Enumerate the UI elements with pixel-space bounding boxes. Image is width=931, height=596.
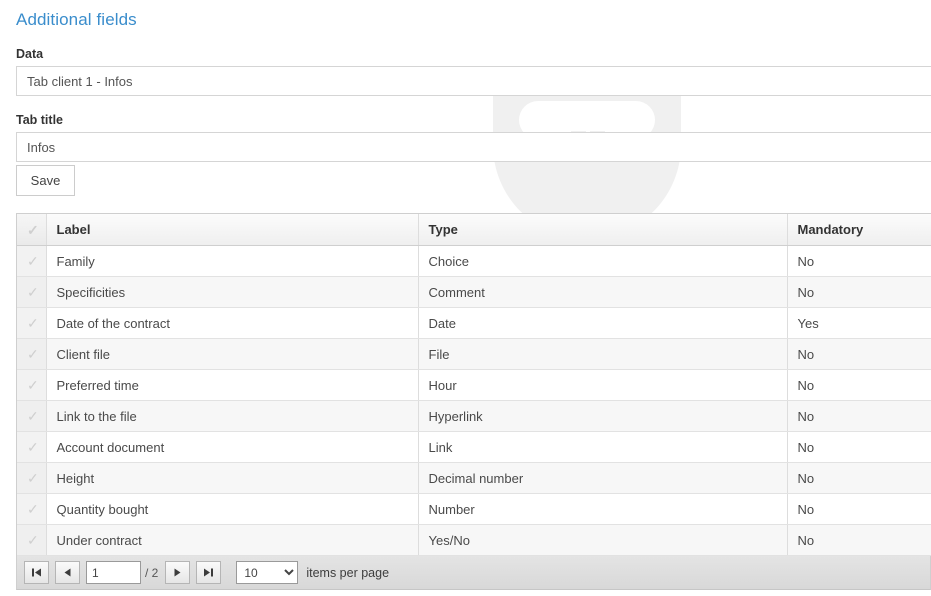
cell-type: Hour (418, 369, 788, 401)
cell-type: Yes/No (418, 524, 788, 556)
fields-table: ✓ Label Type Mandatory ✓ Family Choice No ✓ S… (17, 214, 931, 556)
check-icon: ✓ (27, 377, 39, 393)
pagination-bar: / 2 102050100 items per page (16, 556, 931, 590)
column-header-type[interactable]: Type (418, 214, 788, 246)
row-select-cell[interactable]: ✓ (17, 493, 47, 525)
table-row[interactable]: ✓ Height Decimal number No (17, 462, 931, 494)
cell-type: Decimal number (418, 462, 788, 494)
row-select-cell[interactable]: ✓ (17, 524, 47, 556)
cell-mandatory: No (787, 245, 931, 277)
row-select-cell[interactable]: ✓ (17, 369, 47, 401)
next-page-icon (174, 568, 181, 577)
additional-fields-grid: ✓ Label Type Mandatory ✓ Family Choice No ✓ S… (16, 213, 931, 556)
cell-mandatory: No (787, 493, 931, 525)
table-row[interactable]: ✓ Specificities Comment No (17, 276, 931, 308)
table-row[interactable]: ✓ Date of the contract Date Yes (17, 307, 931, 339)
check-icon: ✓ (27, 470, 39, 486)
row-select-cell[interactable]: ✓ (17, 431, 47, 463)
check-icon: ✓ (27, 532, 39, 548)
check-icon: ✓ (27, 253, 39, 269)
check-icon: ✓ (27, 501, 39, 517)
cell-mandatory: Yes (787, 307, 931, 339)
check-icon: ✓ (27, 315, 39, 331)
cell-mandatory: No (787, 524, 931, 556)
cell-mandatory: No (787, 431, 931, 463)
table-body: ✓ Family Choice No ✓ Specificities Comment No ✓ D… (17, 245, 931, 556)
cell-mandatory: No (787, 369, 931, 401)
additional-fields-form: Data Tab title Save (0, 30, 931, 196)
tab-title-input[interactable] (16, 132, 931, 162)
cell-type: Comment (418, 276, 788, 308)
cell-mandatory: No (787, 338, 931, 370)
table-row[interactable]: ✓ Client file File No (17, 338, 931, 370)
total-pages-label: / 2 (145, 565, 159, 580)
cell-label: Preferred time (46, 369, 419, 401)
row-select-cell[interactable]: ✓ (17, 462, 47, 494)
check-icon: ✓ (27, 346, 39, 362)
cell-label: Under contract (46, 524, 419, 556)
previous-page-button[interactable] (55, 561, 80, 584)
page-size-select[interactable]: 102050100 (236, 561, 299, 584)
cell-label: Date of the contract (46, 307, 419, 339)
cell-label: Account document (46, 431, 419, 463)
column-header-label[interactable]: Label (46, 214, 419, 246)
page-title: Additional fields (16, 10, 137, 29)
table-row[interactable]: ✓ Link to the file Hyperlink No (17, 400, 931, 432)
items-per-page-label: items per page (306, 565, 390, 580)
cell-label: Link to the file (46, 400, 419, 432)
table-row[interactable]: ✓ Under contract Yes/No No (17, 524, 931, 556)
page-container: Additional fields Data Tab title Save ✓ … (0, 0, 931, 590)
table-row[interactable]: ✓ Account document Link No (17, 431, 931, 463)
cell-label: Specificities (46, 276, 419, 308)
first-page-button[interactable] (24, 561, 49, 584)
save-row: Save (0, 165, 931, 196)
row-select-cell[interactable]: ✓ (17, 245, 47, 277)
check-icon: ✓ (27, 408, 39, 424)
cell-mandatory: No (787, 462, 931, 494)
page-number-input[interactable] (86, 561, 141, 584)
data-input[interactable] (16, 66, 931, 96)
check-icon: ✓ (27, 439, 39, 455)
cell-label: Family (46, 245, 419, 277)
row-select-cell[interactable]: ✓ (17, 276, 47, 308)
save-button[interactable]: Save (16, 165, 75, 196)
table-row[interactable]: ✓ Quantity bought Number No (17, 493, 931, 525)
last-page-icon (204, 568, 214, 577)
last-page-button[interactable] (196, 561, 222, 584)
row-select-cell[interactable]: ✓ (17, 338, 47, 370)
cell-type: Date (418, 307, 788, 339)
tab-title-field-label: Tab title (16, 113, 63, 127)
next-page-button[interactable] (165, 561, 191, 584)
data-field-label: Data (16, 47, 44, 61)
check-icon: ✓ (27, 284, 39, 300)
check-icon: ✓ (27, 221, 39, 238)
cell-label: Height (46, 462, 419, 494)
table-header: ✓ Label Type Mandatory (17, 214, 931, 246)
row-select-cell[interactable]: ✓ (17, 400, 47, 432)
cell-mandatory: No (787, 400, 931, 432)
cell-label: Client file (46, 338, 419, 370)
table-row[interactable]: ✓ Family Choice No (17, 245, 931, 277)
cell-type: Hyperlink (418, 400, 788, 432)
cell-type: File (418, 338, 788, 370)
cell-type: Number (418, 493, 788, 525)
cell-label: Quantity bought (46, 493, 419, 525)
row-select-cell[interactable]: ✓ (17, 307, 47, 339)
cell-type: Choice (418, 245, 788, 277)
select-all-header-cell[interactable]: ✓ (17, 214, 47, 246)
previous-page-icon (64, 568, 71, 577)
table-header-row: ✓ Label Type Mandatory (17, 214, 931, 246)
cell-type: Link (418, 431, 788, 463)
cell-mandatory: No (787, 276, 931, 308)
table-row[interactable]: ✓ Preferred time Hour No (17, 369, 931, 401)
column-header-mandatory[interactable]: Mandatory (787, 214, 931, 246)
first-page-icon (32, 568, 41, 577)
